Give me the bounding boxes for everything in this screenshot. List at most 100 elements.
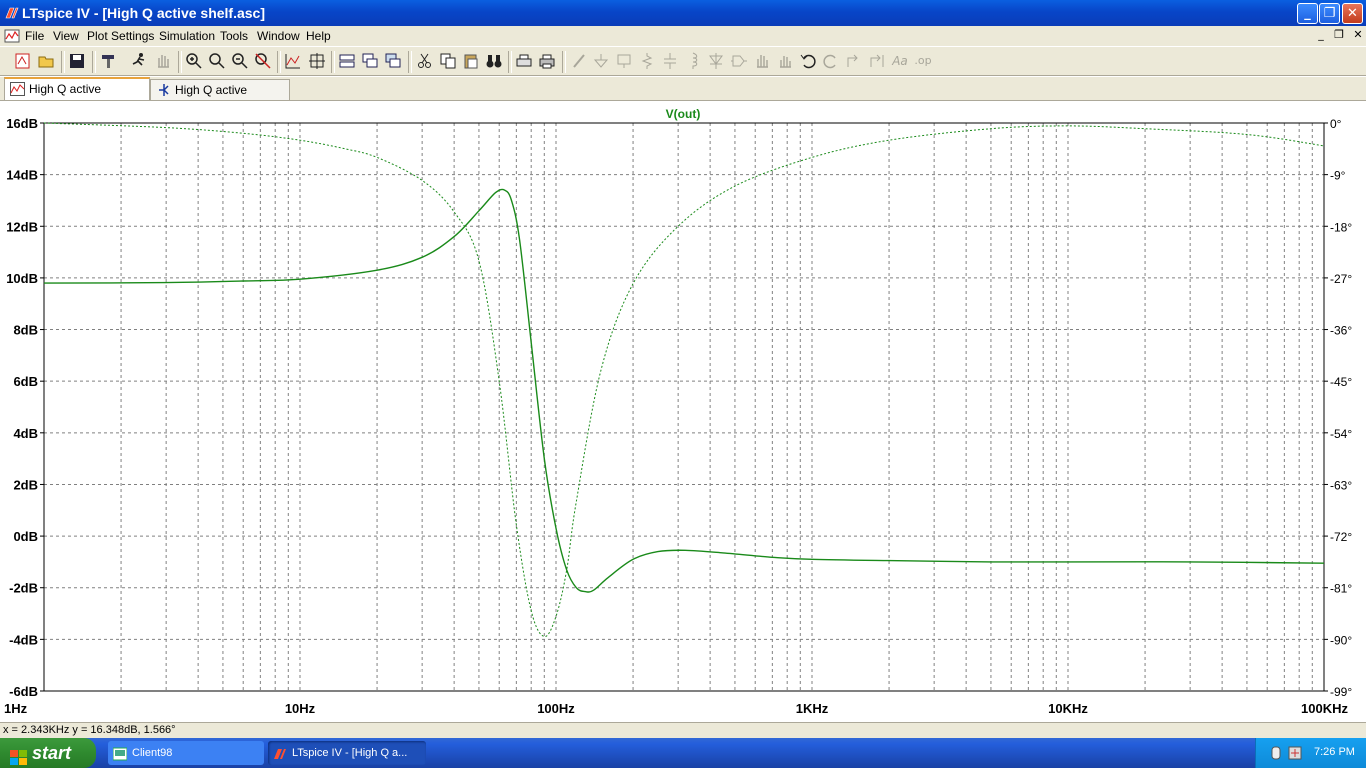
zoom-in-icon[interactable]	[185, 52, 203, 70]
new-schematic-icon[interactable]	[14, 52, 32, 70]
x-tick-label: 100KHz	[1301, 701, 1348, 716]
menu-bar: File View Plot Settings Simulation Tools…	[0, 26, 1366, 46]
toolbar-separator	[61, 51, 65, 73]
system-tray: 7:26 PM	[1255, 738, 1366, 768]
status-bar: x = 2.343KHz y = 16.348dB, 1.566°	[0, 722, 1366, 738]
right-tick-label: -72°	[1330, 530, 1352, 544]
waveform-doc-icon[interactable]	[4, 28, 20, 44]
component-icon[interactable]	[730, 52, 748, 70]
right-tick-label: -63°	[1330, 478, 1352, 492]
close-button[interactable]: ✕	[1342, 3, 1363, 24]
toolbar-separator	[562, 51, 566, 73]
left-tick-label: 4dB	[13, 426, 38, 441]
phase-trace	[43, 122, 1325, 638]
pan-icon[interactable]	[208, 52, 226, 70]
network-icon[interactable]	[1270, 746, 1282, 763]
spice-directive-icon[interactable]: .op	[914, 52, 932, 70]
menu-file[interactable]: File	[25, 29, 44, 43]
run-simulation-icon[interactable]	[130, 52, 148, 70]
inductor-icon[interactable]	[684, 52, 702, 70]
menu-tools[interactable]: Tools	[220, 29, 248, 43]
schematic-tab-icon	[156, 83, 171, 97]
start-button[interactable]: start	[0, 738, 96, 768]
menu-window[interactable]: Window	[257, 29, 300, 43]
toolbar-separator	[92, 51, 96, 73]
rotate-icon[interactable]	[845, 52, 863, 70]
menu-view[interactable]: View	[53, 29, 79, 43]
mdi-restore-button[interactable]: ❐	[1331, 28, 1347, 42]
taskbar-item-client98[interactable]: Client98	[108, 741, 264, 765]
diode-icon[interactable]	[707, 52, 725, 70]
menu-plot-settings[interactable]: Plot Settings	[87, 29, 154, 43]
waveform-tab-icon	[10, 82, 25, 96]
right-axis-labels: 0° -9° -18° -27° -36° -45° -54° -63° -72° -81° -90…	[1324, 117, 1352, 699]
drag-hand-icon[interactable]	[776, 52, 794, 70]
tab-schematic[interactable]: High Q active shelf.asc	[150, 79, 290, 117]
zoom-fit-icon[interactable]	[254, 52, 272, 70]
plot-frame	[43, 122, 1325, 692]
ltspice-logo-icon	[5, 6, 19, 20]
autorange-icon[interactable]	[284, 52, 302, 70]
save-icon[interactable]	[68, 52, 86, 70]
taskbar-item-ltspice[interactable]: LTspice IV - [High Q a...	[268, 741, 426, 765]
clock[interactable]: 7:26 PM	[1314, 746, 1355, 758]
waveform-plot-pane[interactable]: V(out) 16dB 14dB 12dB 10dB 8dB 6dB 4dB 2dB 0dB -2…	[0, 101, 1366, 722]
tab-waveform[interactable]: High Q active shelf.asc	[4, 77, 150, 116]
right-tick-label: -99°	[1330, 685, 1352, 699]
find-binoculars-icon[interactable]	[485, 52, 503, 70]
trace-label-v-out[interactable]: V(out)	[666, 107, 701, 121]
draw-wire-icon[interactable]	[570, 52, 588, 70]
print-preview-icon[interactable]	[515, 52, 533, 70]
magnitude-trace	[43, 188, 1325, 593]
cursor-readout: x = 2.343KHz y = 16.348dB, 1.566°	[3, 724, 176, 736]
resistor-icon[interactable]	[638, 52, 656, 70]
minimize-button[interactable]: _	[1297, 3, 1318, 24]
window-title: LTspice IV - [High Q active shelf.asc]	[22, 5, 265, 21]
tile-vertical-icon[interactable]	[384, 52, 402, 70]
plot-grid	[44, 123, 1324, 691]
control-panel-hammer-icon[interactable]	[100, 52, 118, 70]
right-tick-label: -9°	[1330, 169, 1346, 183]
left-tick-label: 10dB	[6, 271, 38, 286]
x-tick-label: 1KHz	[796, 701, 829, 716]
paste-icon[interactable]	[462, 52, 480, 70]
ground-icon[interactable]	[592, 52, 610, 70]
capacitor-icon[interactable]	[661, 52, 679, 70]
waveform-chart[interactable]: V(out) 16dB 14dB 12dB 10dB 8dB 6dB 4dB 2dB 0dB -2…	[0, 101, 1366, 722]
zoom-out-icon[interactable]	[231, 52, 249, 70]
marker-icon[interactable]	[308, 52, 326, 70]
redo-icon[interactable]	[822, 52, 840, 70]
left-tick-label: 12dB	[6, 219, 38, 234]
move-hand-icon[interactable]	[753, 52, 771, 70]
left-axis-labels: 16dB 14dB 12dB 10dB 8dB 6dB 4dB 2dB 0dB -2dB -4dB -…	[6, 116, 44, 699]
left-tick-label: 16dB	[6, 116, 38, 131]
mdi-minimize-button[interactable]: _	[1313, 28, 1329, 42]
text-aa-icon[interactable]: Aa	[891, 52, 909, 70]
left-tick-label: -2dB	[9, 581, 38, 596]
label-net-icon[interactable]	[615, 52, 633, 70]
cascade-icon[interactable]	[361, 52, 379, 70]
mirror-icon[interactable]	[868, 52, 886, 70]
tile-horizontal-icon[interactable]	[338, 52, 356, 70]
right-tick-label: -90°	[1330, 633, 1352, 647]
undo-icon[interactable]	[799, 52, 817, 70]
mdi-close-button[interactable]: ✕	[1350, 28, 1366, 42]
cut-icon[interactable]	[416, 52, 434, 70]
restore-button[interactable]: ❐	[1319, 3, 1340, 24]
menu-simulation[interactable]: Simulation	[159, 29, 215, 43]
left-tick-label: -4dB	[9, 632, 38, 647]
print-icon[interactable]	[538, 52, 556, 70]
menu-help[interactable]: Help	[306, 29, 331, 43]
right-tick-label: -27°	[1330, 272, 1352, 286]
copy-icon[interactable]	[439, 52, 457, 70]
right-tick-label: -81°	[1330, 582, 1352, 596]
title-bar: LTspice IV - [High Q active shelf.asc] _…	[0, 0, 1366, 26]
left-tick-label: 6dB	[13, 374, 38, 389]
traces	[43, 122, 1325, 638]
toolbar-separator	[331, 51, 335, 73]
halt-hand-icon[interactable]	[154, 52, 172, 70]
open-folder-icon[interactable]	[38, 52, 56, 70]
left-tick-label: 8dB	[13, 323, 38, 338]
toolbar-separator	[408, 51, 412, 73]
tray-app-icon[interactable]	[1288, 746, 1302, 763]
